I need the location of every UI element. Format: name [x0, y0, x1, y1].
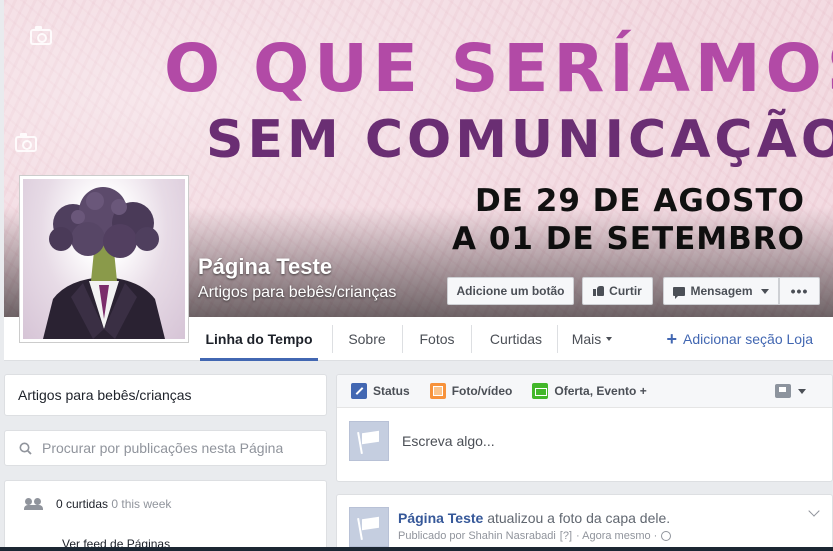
search-input[interactable]: Procurar por publicações nesta Página: [42, 440, 283, 456]
status-tab-label: Status: [373, 384, 410, 398]
post-as-selector[interactable]: [775, 384, 806, 398]
tab-divider: [471, 325, 472, 353]
add-shop-section-link[interactable]: + Adicionar seção Loja: [667, 317, 814, 361]
globe-icon[interactable]: [661, 531, 672, 541]
chevron-down-icon: [760, 288, 769, 294]
profile-image: [23, 179, 185, 339]
likes-card: 0 curtidas 0 this week Ver feed de Págin…: [4, 480, 327, 551]
page-avatar: [349, 420, 389, 461]
post-author-link[interactable]: Página Teste: [398, 510, 483, 526]
likes-summary: 0 curtidas 0 this week: [24, 497, 172, 511]
camera-icon[interactable]: [30, 26, 52, 45]
post-title: Página Teste atualizou a foto da capa de…: [398, 510, 670, 526]
post-composer: Status Foto/vídeo Oferta, Evento + Escre…: [336, 374, 833, 482]
chevron-down-icon[interactable]: [808, 505, 820, 517]
profile-picture[interactable]: [19, 175, 189, 343]
chevron-down-icon: [798, 388, 806, 394]
tab-timeline[interactable]: Linha do Tempo: [200, 317, 318, 361]
likes-count[interactable]: 0 curtidas: [56, 497, 108, 511]
photo-video-tab[interactable]: Foto/vídeo: [429, 383, 513, 399]
camera-icon[interactable]: [15, 133, 37, 152]
offer-event-tab[interactable]: Oferta, Evento +: [532, 383, 647, 399]
tab-likes[interactable]: Curtidas: [476, 317, 556, 361]
about-card: Artigos para bebês/crianças: [4, 374, 327, 416]
window-bottom-edge: [0, 547, 833, 551]
people-icon: [24, 498, 43, 510]
post-meta: Publicado por Shahin Nasrabadi [?] · Ago…: [398, 530, 672, 542]
post-published-by[interactable]: Publicado por Shahin Nasrabadi: [398, 530, 556, 542]
tab-divider: [332, 325, 333, 353]
timeline-post: Página Teste atualizou a foto da capa de…: [336, 494, 833, 551]
status-tab[interactable]: Status: [351, 383, 410, 399]
photo-icon: [429, 383, 446, 399]
more-options-button[interactable]: •••: [779, 277, 820, 305]
search-icon: [19, 442, 32, 455]
offer-event-tab-label: Oferta, Evento +: [554, 384, 647, 398]
composer-tabs: Status Foto/vídeo Oferta, Evento +: [337, 375, 832, 408]
composer-input[interactable]: Escreva algo...: [402, 433, 495, 449]
message-button-label: Mensagem: [690, 284, 753, 298]
tab-divider: [557, 325, 558, 353]
more-options-icon: •••: [790, 283, 809, 299]
cover-headline-line1: O QUE SERÍAMOS: [164, 30, 833, 107]
message-bubble-icon: [673, 286, 686, 299]
likes-this-week: 0 this week: [111, 497, 172, 511]
tab-divider: [402, 325, 403, 353]
page-flag-icon: [775, 384, 791, 398]
tab-more[interactable]: Mais: [564, 317, 620, 361]
offer-icon: [532, 383, 549, 399]
cover-date-line2: A 01 DE SETEMBRO: [452, 221, 805, 257]
photo-video-tab-label: Foto/vídeo: [451, 384, 513, 398]
broccoli-man-illustration: [43, 187, 165, 339]
tab-photos[interactable]: Fotos: [408, 317, 466, 361]
search-posts-box[interactable]: Procurar por publicações nesta Página: [4, 430, 327, 466]
cover-date-line1: DE 29 DE AGOSTO: [475, 183, 805, 219]
page-category[interactable]: Artigos para bebês/crianças: [198, 284, 396, 302]
thumbs-up-icon: [593, 286, 605, 296]
add-button-label: Adicione um botão: [456, 284, 565, 298]
post-timestamp[interactable]: · Agora mesmo ·: [576, 530, 657, 542]
page-avatar[interactable]: [349, 507, 389, 547]
tab-more-label: Mais: [571, 331, 602, 347]
help-link[interactable]: [?]: [560, 530, 572, 542]
about-category[interactable]: Artigos para bebês/crianças: [18, 387, 192, 403]
cover-headline-line2: SEM COMUNICAÇÃO?: [206, 110, 833, 170]
pencil-icon: [351, 383, 367, 399]
message-button[interactable]: Mensagem: [663, 277, 779, 305]
add-shop-section-label: Adicionar seção Loja: [683, 331, 813, 347]
plus-icon: +: [666, 329, 678, 349]
like-button[interactable]: Curtir: [582, 277, 653, 305]
like-button-label: Curtir: [609, 284, 642, 298]
chevron-down-icon: [606, 337, 613, 341]
composer-body[interactable]: Escreva algo...: [337, 408, 832, 473]
post-action-text: atualizou a foto da capa dele.: [487, 510, 671, 526]
tab-about[interactable]: Sobre: [338, 317, 396, 361]
page-title[interactable]: Página Teste: [198, 254, 332, 280]
add-button[interactable]: Adicione um botão: [447, 277, 574, 305]
